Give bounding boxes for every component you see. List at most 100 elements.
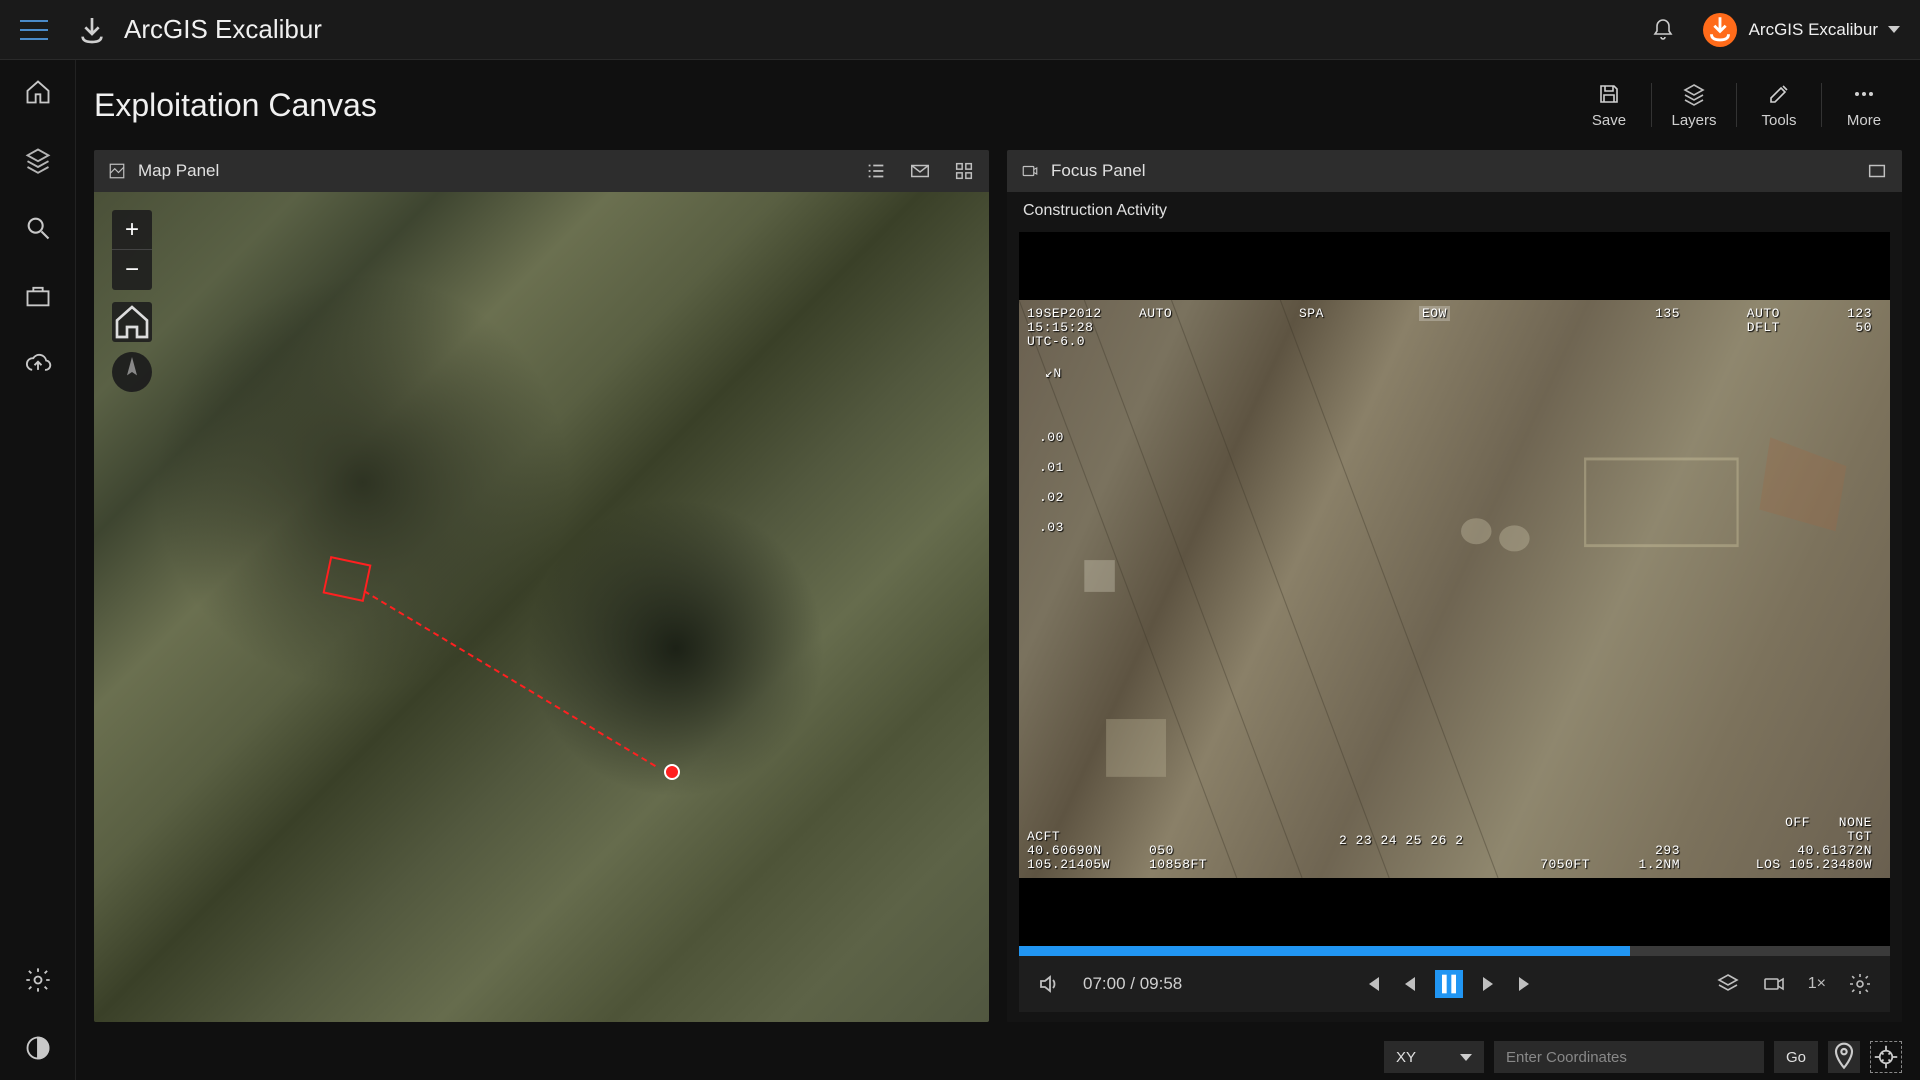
map-panel-icon xyxy=(108,162,126,180)
focus-body: Construction Activity xyxy=(1007,192,1902,1022)
skip-back-icon[interactable] xyxy=(1359,972,1383,996)
hud-los: LOS 105.23480W xyxy=(1756,857,1872,872)
focus-panel-icon xyxy=(1021,162,1039,180)
locate-pin-icon[interactable] xyxy=(1828,1041,1860,1073)
user-menu[interactable]: ArcGIS Excalibur xyxy=(1703,13,1900,47)
menu-icon[interactable] xyxy=(20,20,48,40)
cloud-upload-icon[interactable] xyxy=(24,350,52,378)
map-canvas[interactable]: + − xyxy=(94,192,989,1022)
hud-10858ft: 10858FT xyxy=(1149,857,1207,872)
camera-icon[interactable] xyxy=(1762,972,1786,996)
tools-icon xyxy=(1767,82,1791,106)
volume-icon[interactable] xyxy=(1037,972,1061,996)
compass-icon[interactable] xyxy=(112,352,152,392)
map-panel-header: Map Panel xyxy=(94,150,989,192)
chevron-down-icon xyxy=(1460,1054,1472,1061)
hud-123: 123 xyxy=(1847,306,1872,321)
main-area: Exploitation Canvas Save Layers Tools xyxy=(76,60,1920,1080)
skip-forward-icon[interactable] xyxy=(1515,972,1539,996)
video-progress-fill xyxy=(1019,946,1630,956)
bottom-bar: XY Go xyxy=(76,1034,1920,1080)
hud-m01: .01 xyxy=(1039,460,1064,475)
zoom-controls: + − xyxy=(112,210,152,290)
contrast-icon[interactable] xyxy=(24,1034,52,1062)
hud-auto2: AUTO xyxy=(1747,306,1780,321)
layers-icon[interactable] xyxy=(24,146,52,174)
video-subject-label: Construction Activity xyxy=(1023,202,1886,220)
coordinate-type-dropdown[interactable]: XY xyxy=(1384,1041,1484,1073)
hud-eow: EOW xyxy=(1419,306,1450,321)
playback-speed-label[interactable]: 1× xyxy=(1808,975,1826,993)
grid-icon[interactable] xyxy=(953,160,975,182)
envelope-icon[interactable] xyxy=(909,160,931,182)
page-title: Exploitation Canvas xyxy=(94,87,377,124)
pause-button[interactable] xyxy=(1435,970,1463,998)
more-button[interactable]: More xyxy=(1826,70,1902,140)
hud-7050ft: 7050FT xyxy=(1540,857,1590,872)
hud-date: 19SEP2012 xyxy=(1027,306,1102,321)
layers-button[interactable]: Layers xyxy=(1656,70,1732,140)
step-back-icon[interactable] xyxy=(1397,972,1421,996)
map-panel: Map Panel + − xyxy=(94,150,989,1022)
hud-lon1: 105.21405W xyxy=(1027,857,1110,872)
hud-tgt: TGT xyxy=(1847,829,1872,844)
save-button[interactable]: Save xyxy=(1571,70,1647,140)
map-home-button[interactable] xyxy=(112,302,152,342)
crosshair-icon[interactable] xyxy=(1870,1041,1902,1073)
app-title: ArcGIS Excalibur xyxy=(124,14,322,45)
hud-north: ↙N xyxy=(1045,366,1062,381)
sensor-line-marker xyxy=(363,590,655,767)
map-panel-title: Map Panel xyxy=(138,161,219,181)
sub-header: Exploitation Canvas Save Layers Tools xyxy=(76,60,1920,150)
hud-nm: 1.2NM xyxy=(1638,857,1680,872)
focus-panel-header: Focus Panel xyxy=(1007,150,1902,192)
hud-050: 050 xyxy=(1149,843,1174,858)
hud-lat1: 40.60690N xyxy=(1027,843,1102,858)
app-header: ArcGIS Excalibur ArcGIS Excalibur xyxy=(0,0,1920,60)
hud-auto1: AUTO xyxy=(1139,306,1172,321)
target-footprint-marker[interactable] xyxy=(323,556,372,602)
maximize-icon[interactable] xyxy=(1866,160,1888,182)
hud-m03: .03 xyxy=(1039,520,1064,535)
hud-time: 15:15:28 xyxy=(1027,320,1093,335)
hud-293: 293 xyxy=(1655,843,1680,858)
more-icon xyxy=(1852,82,1876,106)
chevron-down-icon xyxy=(1888,26,1900,33)
home-icon[interactable] xyxy=(24,78,52,106)
hud-m00: .00 xyxy=(1039,430,1064,445)
video-settings-icon[interactable] xyxy=(1848,972,1872,996)
zoom-in-button[interactable]: + xyxy=(112,210,152,250)
step-forward-icon[interactable] xyxy=(1477,972,1501,996)
user-name-label: ArcGIS Excalibur xyxy=(1749,20,1878,40)
video-layers-icon[interactable] xyxy=(1716,972,1740,996)
hud-135: 135 xyxy=(1655,306,1680,321)
video-time-label: 07:00 / 09:58 xyxy=(1083,974,1182,994)
focus-panel: Focus Panel Construction Activity xyxy=(1007,150,1902,1022)
layers-stack-icon xyxy=(1682,82,1706,106)
zoom-out-button[interactable]: − xyxy=(112,250,152,290)
search-icon[interactable] xyxy=(24,214,52,242)
hud-off: OFF xyxy=(1785,815,1810,830)
tools-button[interactable]: Tools xyxy=(1741,70,1817,140)
focus-panel-title: Focus Panel xyxy=(1051,161,1146,181)
hud-spa: SPA xyxy=(1299,306,1324,321)
left-nav-rail xyxy=(0,60,76,1080)
video-progress-bar[interactable] xyxy=(1019,946,1890,956)
go-button[interactable]: Go xyxy=(1774,1041,1818,1073)
app-logo-icon xyxy=(76,14,108,46)
hud-m02: .02 xyxy=(1039,490,1064,505)
save-icon xyxy=(1597,82,1621,106)
hud-utc: UTC-6.0 xyxy=(1027,334,1085,349)
sensor-position-marker[interactable] xyxy=(664,764,680,780)
settings-icon[interactable] xyxy=(24,966,52,994)
hud-dflt: DFLT xyxy=(1747,320,1780,335)
notifications-icon[interactable] xyxy=(1651,18,1675,42)
hud-acft: ACFT xyxy=(1027,829,1060,844)
hud-50: 50 xyxy=(1855,320,1872,335)
video-viewport[interactable]: 19SEP2012 15:15:28 UTC-6.0 AUTO SPA EOW … xyxy=(1019,232,1890,946)
video-controls: 07:00 / 09:58 1× xyxy=(1019,956,1890,1012)
briefcase-icon[interactable] xyxy=(24,282,52,310)
coordinate-input[interactable] xyxy=(1494,1041,1764,1073)
list-view-icon[interactable] xyxy=(865,160,887,182)
hud-none: NONE xyxy=(1839,815,1872,830)
